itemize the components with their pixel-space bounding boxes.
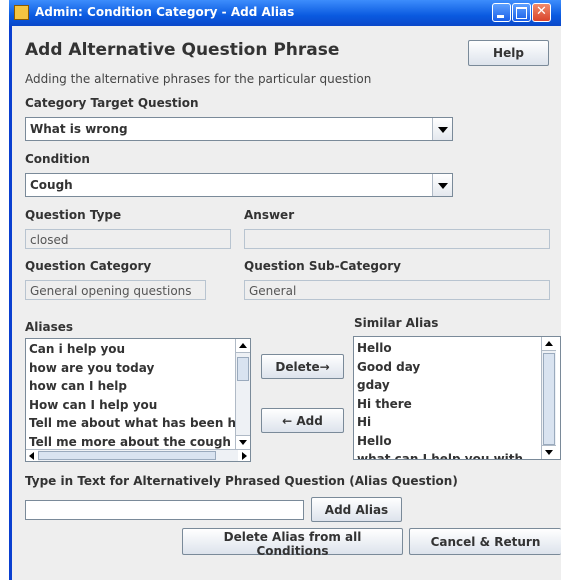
minimize-button[interactable]	[492, 3, 511, 22]
condition-select[interactable]: Cough	[25, 173, 453, 197]
help-button[interactable]: Help	[468, 40, 549, 66]
alias-text-input[interactable]	[25, 500, 304, 520]
scroll-down-icon[interactable]	[542, 445, 556, 459]
question-type-label: Question Type	[25, 208, 122, 222]
list-item[interactable]: Hi there	[354, 395, 546, 414]
list-item[interactable]: Tell me about what has been happening	[26, 414, 250, 433]
list-item[interactable]: Hello	[354, 432, 546, 451]
similar-alias-label: Similar Alias	[354, 316, 439, 330]
question-category-field: General opening questions	[25, 280, 206, 300]
scroll-down-icon[interactable]	[236, 435, 250, 449]
question-subcategory-field: General	[244, 280, 550, 300]
condition-value: Cough	[30, 178, 73, 192]
page-title: Add Alternative Question Phrase	[25, 40, 340, 60]
list-item[interactable]: How can I help you	[26, 396, 237, 415]
aliases-vertical-scrollbar[interactable]	[235, 339, 250, 449]
aliases-label: Aliases	[25, 320, 74, 334]
question-category-label: Question Category	[25, 259, 152, 273]
scroll-up-icon[interactable]	[542, 337, 556, 351]
close-button[interactable]	[532, 3, 551, 22]
java-app-icon	[14, 5, 29, 20]
list-item[interactable]: how can I help	[26, 377, 237, 396]
cancel-return-button[interactable]: Cancel & Return	[409, 528, 561, 555]
maximize-button[interactable]	[512, 3, 531, 22]
question-subcategory-label: Question Sub-Category	[244, 259, 401, 273]
scroll-right-icon[interactable]	[238, 450, 250, 461]
target-question-label: Category Target Question	[25, 96, 199, 110]
chevron-down-icon[interactable]	[432, 174, 452, 196]
list-item[interactable]: what can I help you with	[354, 450, 546, 459]
list-item[interactable]: how are you today	[26, 359, 237, 378]
scroll-thumb[interactable]	[38, 451, 216, 460]
similar-alias-list[interactable]: Hello Good day gday Hi there Hi Hello wh…	[353, 336, 561, 460]
list-item[interactable]: Good day	[354, 358, 546, 377]
add-alias-button[interactable]: Add Alias	[311, 497, 402, 522]
aliases-horizontal-scrollbar[interactable]	[26, 449, 250, 461]
list-item[interactable]: Hello	[354, 339, 546, 358]
window-title: Admin: Condition Category - Add Alias	[35, 5, 295, 19]
answer-field	[244, 229, 550, 249]
scroll-thumb[interactable]	[543, 353, 555, 445]
question-type-field: closed	[25, 229, 231, 249]
add-alias-to-list-button[interactable]: ← Add	[261, 408, 344, 433]
answer-label: Answer	[244, 208, 295, 222]
list-item[interactable]: Hi	[354, 413, 546, 432]
similar-alias-vertical-scrollbar[interactable]	[541, 337, 556, 459]
target-question-select[interactable]: What is wrong	[25, 117, 453, 141]
list-item[interactable]: gday	[354, 376, 546, 395]
alias-text-label: Type in Text for Alternatively Phrased Q…	[25, 474, 458, 488]
condition-label: Condition	[25, 152, 90, 166]
scroll-up-icon[interactable]	[236, 339, 250, 353]
title-bar: Admin: Condition Category - Add Alias	[9, 0, 561, 26]
target-question-value: What is wrong	[30, 122, 128, 136]
scroll-left-icon[interactable]	[26, 450, 38, 461]
chevron-down-icon[interactable]	[432, 118, 452, 140]
delete-alias-button[interactable]: Delete→	[261, 354, 344, 379]
list-item[interactable]: Can i help you	[26, 340, 237, 359]
page-description: Adding the alternative phrases for the p…	[25, 72, 372, 86]
aliases-list[interactable]: Can i help you how are you today how can…	[25, 338, 251, 462]
delete-alias-all-conditions-button[interactable]: Delete Alias from all Conditions	[182, 528, 403, 558]
scroll-thumb[interactable]	[237, 357, 249, 381]
